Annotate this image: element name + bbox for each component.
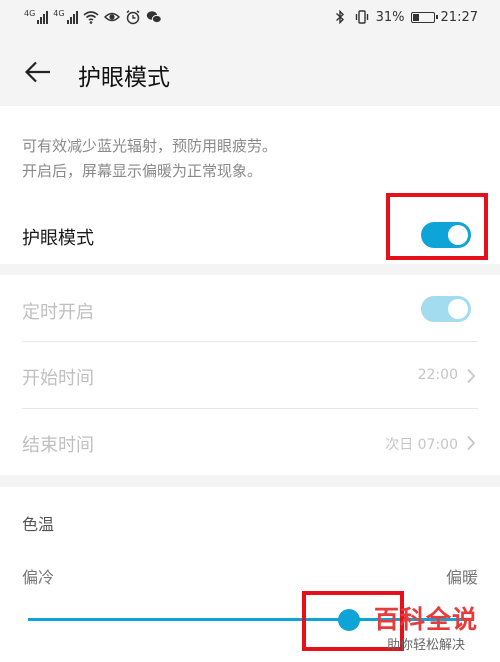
vibrate-icon: [355, 10, 368, 24]
color-temp-label: 色温: [22, 515, 55, 534]
eye-mode-description: 可有效减少蓝光辐射，预防用眼疲劳。 开启后，屏幕显示偏暖为正常现象。: [22, 134, 277, 184]
title-bar: 护眼模式: [0, 36, 500, 106]
watermark-title: 百科全说: [373, 605, 478, 634]
network-type-2: 4G: [53, 9, 65, 18]
warm-label: 偏暖: [445, 568, 478, 587]
toggle-highlight-box: [386, 193, 488, 260]
battery-fill: [412, 13, 419, 21]
start-time-label: 开始时间: [22, 368, 94, 389]
wifi-icon: [83, 11, 99, 24]
toggle-knob: [448, 299, 468, 319]
wechat-icon: [146, 11, 162, 24]
chevron-right-icon[interactable]: [466, 435, 476, 451]
description-line-2: 开启后，屏幕显示偏暖为正常现象。: [22, 162, 263, 180]
battery-percent: 31%: [375, 9, 405, 25]
divider: [22, 408, 478, 409]
signal-icon: 4G: [24, 9, 49, 24]
end-time-value[interactable]: 次日 07:00: [385, 434, 458, 454]
watermark-subtitle: 助你轻松解决: [386, 638, 465, 653]
chevron-right-icon[interactable]: [466, 368, 476, 384]
watermark: 百科全说 助你轻松解决: [360, 600, 492, 653]
back-arrow-icon[interactable]: [24, 60, 52, 84]
end-time-label: 结束时间: [22, 435, 94, 456]
status-left: 4G 4G: [24, 9, 162, 25]
page-title: 护眼模式: [78, 65, 170, 91]
cold-label: 偏冷: [22, 568, 55, 587]
eye-mode-label: 护眼模式: [22, 228, 94, 249]
timer-label: 定时开启: [22, 302, 94, 323]
schedule-card: 定时开启 开始时间 22:00 结束时间 次日 07:00: [0, 275, 500, 475]
clock: 21:27: [440, 9, 478, 25]
divider: [22, 341, 478, 342]
signal-icon: 4G: [53, 9, 78, 24]
description-line-1: 可有效减少蓝光辐射，预防用眼疲劳。: [22, 137, 278, 155]
status-bar: 4G 4G 31% 21:27: [0, 0, 500, 36]
start-time-value[interactable]: 22:00: [418, 367, 458, 383]
battery-icon: [410, 11, 438, 23]
timer-toggle[interactable]: [421, 296, 471, 322]
bluetooth-icon: [335, 9, 344, 25]
alarm-icon: [126, 10, 140, 25]
status-right: 31% 21:27: [332, 9, 478, 25]
network-type-1: 4G: [24, 9, 36, 18]
eye-icon: [103, 12, 120, 22]
